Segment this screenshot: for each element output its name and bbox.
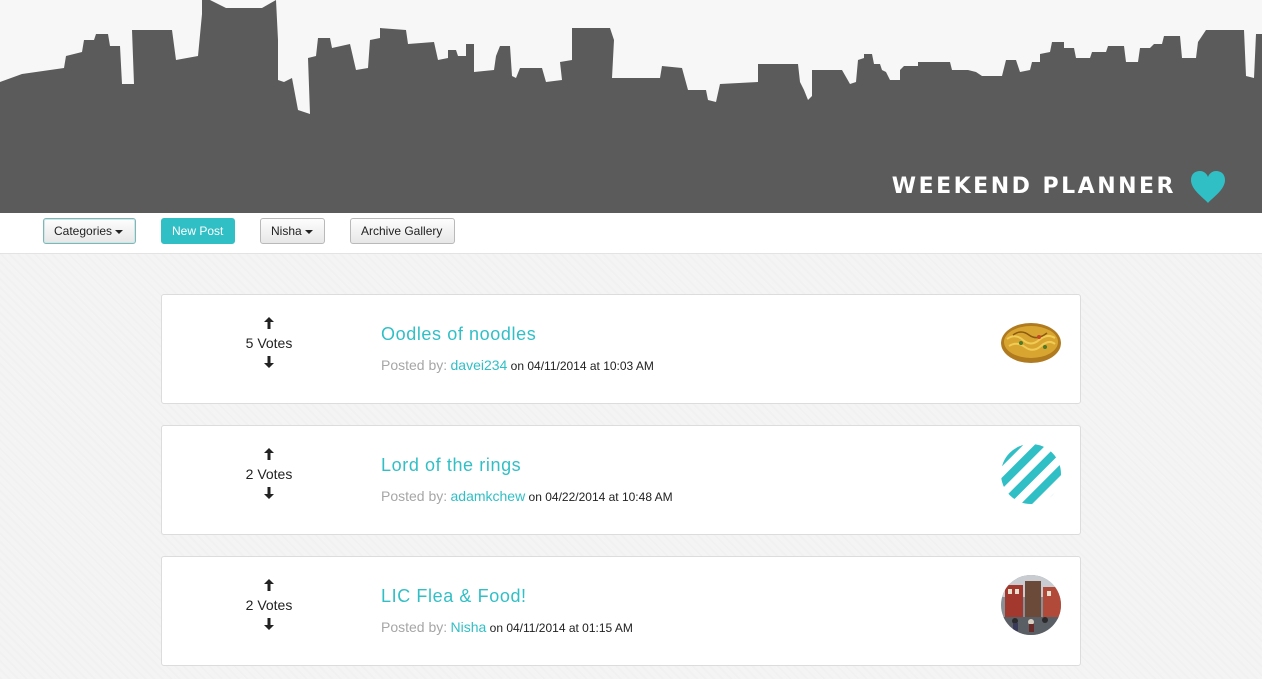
vote-count: 2 Votes bbox=[245, 466, 293, 482]
post-timestamp: on 04/11/2014 at 01:15 AM bbox=[489, 621, 633, 635]
upvote-arrow-icon[interactable] bbox=[264, 317, 274, 329]
post-title-link[interactable]: Oodles of noodles bbox=[381, 324, 536, 345]
vote-control: 5 Votes bbox=[232, 317, 306, 368]
upvote-arrow-icon[interactable] bbox=[264, 579, 274, 591]
post-timestamp: on 04/22/2014 at 10:48 AM bbox=[528, 490, 673, 504]
vote-count: 2 Votes bbox=[245, 597, 293, 613]
posted-by-label: Posted by: bbox=[381, 357, 448, 373]
post-card: 2 Votes LIC Flea & Food! Posted by: Nish… bbox=[161, 556, 1081, 666]
downvote-arrow-icon[interactable] bbox=[264, 356, 274, 368]
post-author-link[interactable]: davei234 bbox=[451, 357, 508, 373]
user-menu-label: Nisha bbox=[271, 224, 302, 238]
post-author-link[interactable]: Nisha bbox=[451, 619, 487, 635]
post-meta: Posted by: adamkchew on 04/22/2014 at 10… bbox=[381, 488, 673, 504]
heart-logo-icon bbox=[1191, 171, 1225, 203]
post-author-link[interactable]: adamkchew bbox=[451, 488, 526, 504]
post-thumbnail-noodles[interactable] bbox=[1001, 313, 1061, 373]
post-thumbnail-stripes[interactable] bbox=[1001, 444, 1061, 504]
post-meta: Posted by: davei234 on 04/11/2014 at 10:… bbox=[381, 357, 654, 373]
archive-gallery-label: Archive Gallery bbox=[361, 224, 443, 238]
post-title-link[interactable]: Lord of the rings bbox=[381, 455, 521, 476]
upvote-arrow-icon[interactable] bbox=[264, 448, 274, 460]
post-title-link[interactable]: LIC Flea & Food! bbox=[381, 586, 527, 607]
header-banner: WEEKEND PLANNER bbox=[0, 0, 1262, 213]
categories-label: Categories bbox=[54, 224, 113, 238]
categories-dropdown-button[interactable]: Categories bbox=[43, 218, 136, 244]
site-brand-title[interactable]: WEEKEND PLANNER bbox=[892, 174, 1176, 199]
post-meta: Posted by: Nisha on 04/11/2014 at 01:15 … bbox=[381, 619, 633, 635]
vote-control: 2 Votes bbox=[232, 448, 306, 499]
post-thumbnail-street-market[interactable] bbox=[1001, 575, 1061, 635]
posted-by-label: Posted by: bbox=[381, 488, 448, 504]
vote-control: 2 Votes bbox=[232, 579, 306, 630]
caret-down-icon bbox=[304, 229, 313, 234]
caret-down-icon bbox=[115, 229, 124, 234]
new-post-label: New Post bbox=[172, 224, 224, 238]
user-menu-button[interactable]: Nisha bbox=[260, 218, 325, 244]
downvote-arrow-icon[interactable] bbox=[264, 618, 274, 630]
posted-by-label: Posted by: bbox=[381, 619, 448, 635]
post-card: 5 Votes Oodles of noodles Posted by: dav… bbox=[161, 294, 1081, 404]
vote-count: 5 Votes bbox=[245, 335, 293, 351]
main-toolbar: Categories New Post Nisha Archive Galler… bbox=[0, 213, 1262, 254]
new-post-button[interactable]: New Post bbox=[161, 218, 235, 244]
archive-gallery-button[interactable]: Archive Gallery bbox=[350, 218, 455, 244]
post-timestamp: on 04/11/2014 at 10:03 AM bbox=[510, 359, 654, 373]
post-card: 2 Votes Lord of the rings Posted by: ada… bbox=[161, 425, 1081, 535]
downvote-arrow-icon[interactable] bbox=[264, 487, 274, 499]
